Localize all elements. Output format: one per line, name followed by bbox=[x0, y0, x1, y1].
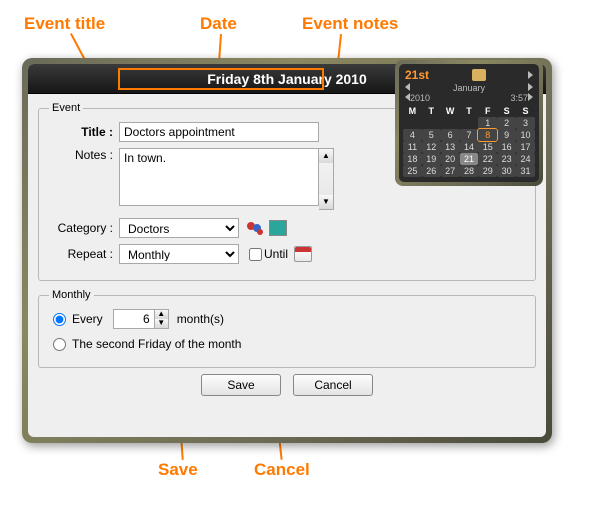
calendar-day[interactable]: 18 bbox=[403, 153, 422, 165]
every-label: Every bbox=[72, 312, 103, 326]
calendar-day[interactable]: 25 bbox=[403, 165, 422, 177]
calendar-day[interactable]: 23 bbox=[497, 153, 516, 165]
calendar-day[interactable]: 27 bbox=[441, 165, 460, 177]
dow-header: T bbox=[422, 105, 441, 117]
dow-header: S bbox=[497, 105, 516, 117]
every-radio[interactable] bbox=[53, 313, 66, 326]
notes-scrollbar[interactable]: ▲▼ bbox=[319, 148, 334, 210]
notes-input[interactable] bbox=[119, 148, 319, 206]
calendar-day bbox=[403, 117, 422, 129]
calendar-day[interactable]: 14 bbox=[460, 141, 479, 153]
calendar-day[interactable]: 16 bbox=[497, 141, 516, 153]
calendar-day[interactable]: 4 bbox=[403, 129, 422, 141]
every-value-input[interactable] bbox=[114, 312, 154, 326]
gadget-month: January bbox=[453, 83, 485, 93]
notes-label: Notes : bbox=[49, 148, 119, 162]
calendar-day[interactable]: 19 bbox=[422, 153, 441, 165]
calendar-day[interactable]: 10 bbox=[516, 129, 535, 141]
dow-header: F bbox=[478, 105, 497, 117]
calendar-day[interactable]: 28 bbox=[460, 165, 479, 177]
dow-header: W bbox=[441, 105, 460, 117]
month-next-icon[interactable] bbox=[528, 83, 533, 91]
save-button[interactable]: Save bbox=[201, 374, 281, 396]
event-legend: Event bbox=[49, 102, 83, 114]
dow-header: S bbox=[516, 105, 535, 117]
calendar-day[interactable]: 9 bbox=[497, 129, 516, 141]
calendar-gadget: 21st January 2010 3:57 MTWTFSS 123456789… bbox=[395, 60, 543, 186]
gadget-day: 21st bbox=[405, 68, 429, 82]
dow-header: M bbox=[403, 105, 422, 117]
calendar-day[interactable]: 11 bbox=[403, 141, 422, 153]
calendar-day[interactable]: 29 bbox=[478, 165, 497, 177]
calendar-day[interactable]: 5 bbox=[422, 129, 441, 141]
calendar-day[interactable]: 15 bbox=[478, 141, 497, 153]
calendar-day[interactable]: 12 bbox=[422, 141, 441, 153]
calendar-day[interactable]: 7 bbox=[460, 129, 479, 141]
calendar-day[interactable]: 20 bbox=[441, 153, 460, 165]
title-input[interactable] bbox=[119, 122, 319, 142]
dow-header: T bbox=[460, 105, 479, 117]
calendar-day bbox=[460, 117, 479, 129]
calendar-day[interactable]: 1 bbox=[478, 117, 497, 129]
until-checkbox[interactable] bbox=[249, 248, 262, 261]
until-label: Until bbox=[264, 247, 288, 261]
month-prev-icon[interactable] bbox=[405, 83, 410, 91]
mini-calendar: MTWTFSS 12345678910111213141516171819202… bbox=[403, 105, 535, 177]
repeat-select[interactable]: Monthly bbox=[119, 244, 239, 264]
annotation-date: Date bbox=[200, 14, 237, 34]
cancel-button[interactable]: Cancel bbox=[293, 374, 373, 396]
gadget-next-icon[interactable] bbox=[528, 71, 533, 79]
calendar-icon[interactable] bbox=[294, 246, 312, 262]
monthly-legend: Monthly bbox=[49, 289, 94, 301]
calendar-day[interactable]: 17 bbox=[516, 141, 535, 153]
title-label: Title : bbox=[49, 125, 119, 139]
spinner-down-icon[interactable]: ▼ bbox=[154, 319, 168, 328]
calendar-day[interactable]: 21 bbox=[460, 153, 479, 165]
annotation-save: Save bbox=[158, 460, 198, 480]
annotation-cancel: Cancel bbox=[254, 460, 310, 480]
calendar-day[interactable]: 2 bbox=[497, 117, 516, 129]
calendar-day[interactable]: 3 bbox=[516, 117, 535, 129]
repeat-label: Repeat : bbox=[49, 247, 119, 261]
gadget-year: 2010 bbox=[410, 93, 430, 103]
year-next-icon[interactable] bbox=[528, 93, 533, 101]
calendar-day[interactable]: 30 bbox=[497, 165, 516, 177]
every-unit: month(s) bbox=[177, 312, 224, 326]
window-title: Friday 8th January 2010 bbox=[207, 71, 367, 87]
nth-weekday-label: The second Friday of the month bbox=[72, 337, 241, 351]
category-color-swatch[interactable] bbox=[269, 220, 287, 236]
every-spinner[interactable]: ▲ ▼ bbox=[113, 309, 169, 329]
gadget-time: 3:57 bbox=[510, 93, 528, 103]
category-select[interactable]: Doctors bbox=[119, 218, 239, 238]
category-label: Category : bbox=[49, 221, 119, 235]
calendar-day[interactable]: 8 bbox=[478, 129, 497, 141]
annotation-event-notes: Event notes bbox=[302, 14, 398, 34]
calendar-day[interactable]: 24 bbox=[516, 153, 535, 165]
monthly-fieldset: Monthly Every ▲ ▼ month(s) The second Fr… bbox=[38, 289, 536, 368]
calendar-day[interactable]: 31 bbox=[516, 165, 535, 177]
calendar-day bbox=[441, 117, 460, 129]
annotation-event-title: Event title bbox=[24, 14, 105, 34]
calendar-day bbox=[422, 117, 441, 129]
nth-weekday-radio[interactable] bbox=[53, 338, 66, 351]
category-manage-icon[interactable] bbox=[245, 220, 265, 236]
calendar-day[interactable]: 22 bbox=[478, 153, 497, 165]
calendar-day[interactable]: 6 bbox=[441, 129, 460, 141]
home-icon[interactable] bbox=[472, 69, 486, 81]
calendar-day[interactable]: 13 bbox=[441, 141, 460, 153]
calendar-day[interactable]: 26 bbox=[422, 165, 441, 177]
